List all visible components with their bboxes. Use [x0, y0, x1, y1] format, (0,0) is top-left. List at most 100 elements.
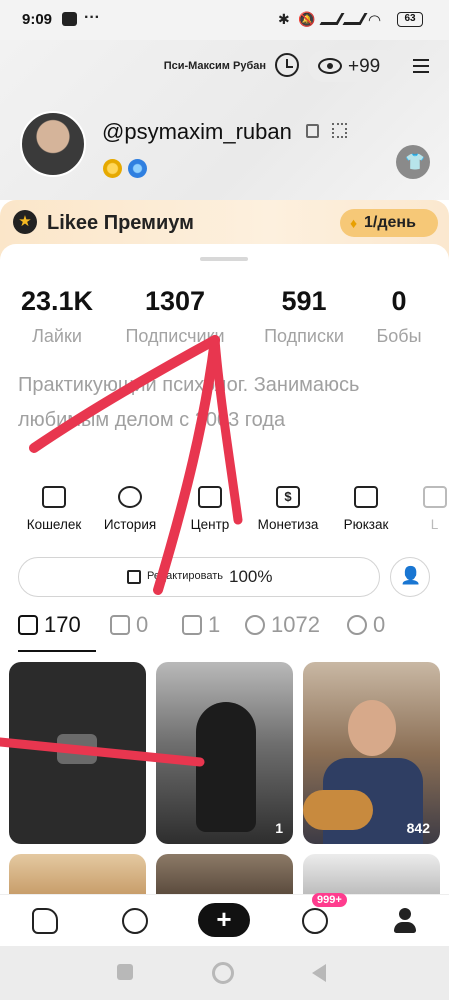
- tool-label: L: [430, 517, 439, 532]
- tool-center[interactable]: Центр: [178, 486, 242, 532]
- play-icon: [18, 615, 38, 635]
- premium-price-badge[interactable]: ♦ 1/день: [340, 209, 438, 237]
- drag-handle[interactable]: [200, 257, 248, 261]
- profile-completion: 100%: [229, 567, 273, 586]
- status-time: 9:09: [22, 11, 53, 28]
- compass-icon[interactable]: [122, 908, 148, 934]
- video-play-count: 842: [406, 820, 430, 836]
- eye-icon: [318, 58, 342, 74]
- add-friend-button[interactable]: 👤: [390, 557, 430, 597]
- stat-following[interactable]: 591 Подписки: [252, 286, 356, 347]
- tool-label: Монетиза: [257, 517, 319, 532]
- create-button[interactable]: +: [198, 903, 250, 937]
- signal-icon-2: [342, 13, 368, 25]
- system-navigation: [0, 946, 449, 1000]
- wallet-icon: [42, 486, 66, 508]
- tool-label: Кошелек: [26, 517, 82, 532]
- stat-value: 1307: [144, 286, 206, 316]
- bluetooth-icon: ✱: [278, 11, 290, 27]
- tool-more[interactable]: L: [420, 486, 449, 532]
- home-system-icon[interactable]: [212, 962, 234, 984]
- video-thumbnail[interactable]: [156, 854, 293, 894]
- signal-icon: [319, 13, 345, 25]
- tool-label: Рюкзак: [343, 517, 389, 532]
- tool-monetize[interactable]: $ Монетиза: [256, 486, 320, 532]
- tab-count: 1: [208, 612, 221, 637]
- heart-icon: [245, 615, 265, 635]
- profile-icon[interactable]: [392, 908, 418, 934]
- backpack-icon: [354, 486, 378, 508]
- active-tab-indicator: [18, 650, 96, 652]
- tab-videos[interactable]: 170: [18, 612, 81, 642]
- stat-value: 591: [281, 286, 327, 316]
- history-icon: [118, 486, 142, 508]
- video-thumbnail[interactable]: [9, 854, 146, 894]
- home-icon[interactable]: [32, 908, 58, 934]
- stat-beans[interactable]: 0 Бобы: [368, 286, 430, 347]
- tool-label: История: [103, 517, 157, 532]
- tab-groups[interactable]: 0: [347, 612, 385, 642]
- edit-profile-button[interactable]: Редактировать 100%: [18, 557, 380, 597]
- clock-icon[interactable]: [275, 53, 299, 77]
- tab-liked[interactable]: 1072: [245, 612, 320, 642]
- menu-icon[interactable]: [413, 59, 429, 73]
- stat-label: Бобы: [376, 326, 422, 346]
- tab-count: 170: [44, 612, 81, 637]
- premium-title: Likee Премиум: [47, 212, 194, 234]
- globe-badge-icon[interactable]: [128, 159, 147, 178]
- more-icon: [422, 486, 447, 508]
- stat-label: Подписчики: [125, 326, 225, 346]
- edit-label: Редактировать: [147, 570, 223, 582]
- group-icon: [347, 615, 367, 635]
- stat-label: Подписки: [264, 326, 344, 346]
- display-name: Пси-Максим Рубан: [163, 60, 266, 72]
- video-thumbnail-draft[interactable]: [9, 662, 146, 844]
- profile-bio: Практикующий психолог. Занимаюсь любимым…: [18, 374, 360, 431]
- bookmark-icon: [182, 615, 202, 635]
- avatar[interactable]: [20, 111, 86, 177]
- tool-label: Центр: [190, 517, 230, 532]
- bottom-navigation: + 999+: [0, 893, 449, 946]
- messages-badge: 999+: [312, 893, 347, 907]
- profile-handle: @psymaxim_ruban: [102, 119, 292, 144]
- diamond-icon: ♦: [350, 215, 358, 231]
- stat-value: 23.1K: [20, 286, 94, 316]
- level-badge-icon[interactable]: [103, 159, 122, 178]
- tool-wallet[interactable]: Кошелек: [22, 486, 86, 532]
- dollar-icon: $: [276, 486, 300, 508]
- repost-icon: [110, 615, 130, 635]
- messages-icon[interactable]: [302, 908, 328, 934]
- stat-label: Лайки: [32, 326, 82, 346]
- recents-icon[interactable]: [117, 964, 133, 980]
- stat-followers[interactable]: 1307 Подписчики: [113, 286, 237, 347]
- tool-history[interactable]: История: [98, 486, 162, 532]
- mute-icon: 🔕: [298, 11, 316, 27]
- pencil-icon: [127, 570, 141, 584]
- video-thumbnail[interactable]: 1: [156, 662, 293, 844]
- video-play-count: 1: [275, 820, 283, 836]
- video-thumbnail[interactable]: 842: [303, 662, 440, 844]
- more-notifications: ···: [84, 9, 100, 26]
- person-face: [348, 700, 396, 756]
- tshirt-icon: 👕: [405, 154, 425, 171]
- copy-icon[interactable]: [306, 124, 319, 138]
- outfit-button[interactable]: 👕: [396, 145, 430, 179]
- stat-likes[interactable]: 23.1K Лайки: [10, 286, 104, 347]
- tab-saved[interactable]: 1: [182, 612, 220, 642]
- video-thumbnail[interactable]: [303, 854, 440, 894]
- status-bar: 9:09 ··· ✱ 🔕 ◠ 63: [0, 0, 449, 40]
- notification-icon: [62, 12, 77, 26]
- premium-star-icon: ★: [13, 210, 37, 234]
- profile-views-button[interactable]: +99: [308, 50, 398, 82]
- premium-price: 1/день: [364, 214, 416, 231]
- qr-code-icon[interactable]: [332, 123, 347, 138]
- back-icon[interactable]: [312, 964, 326, 982]
- tool-backpack[interactable]: Рюкзак: [334, 486, 398, 532]
- stat-value: 0: [391, 286, 407, 316]
- tab-count: 1072: [271, 612, 320, 637]
- wifi-icon: ◠: [368, 12, 382, 29]
- guitar: [303, 790, 373, 830]
- tab-reposts[interactable]: 0: [110, 612, 148, 642]
- rider-figure: [196, 702, 256, 832]
- video-placeholder-icon: [57, 734, 97, 764]
